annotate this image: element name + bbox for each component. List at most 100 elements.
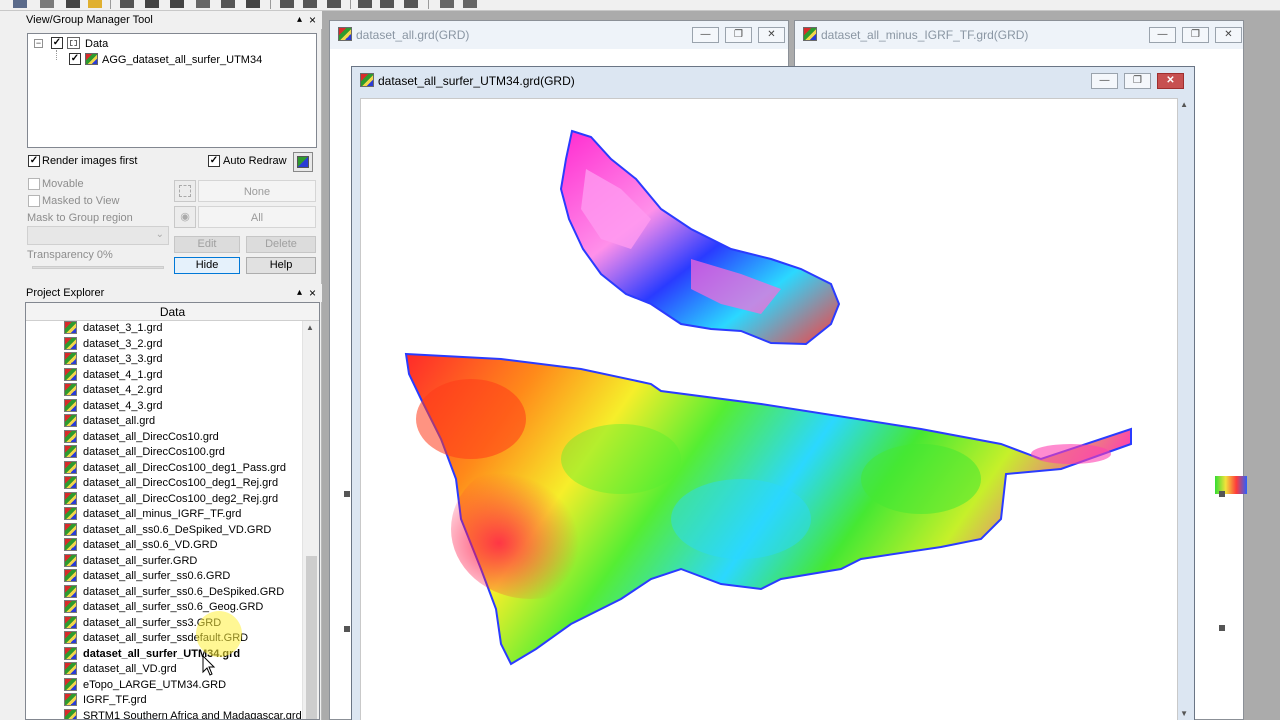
pin-icon[interactable]: ▴ [297, 11, 302, 29]
list-item[interactable]: dataset_3_2.grd [64, 336, 163, 353]
file-name: dataset_3_3.grd [83, 353, 163, 365]
selection-handle[interactable] [344, 626, 350, 632]
list-item[interactable]: dataset_all_surfer.GRD [64, 553, 198, 570]
select-group-icon [174, 180, 196, 202]
minimize-button[interactable]: — [692, 27, 719, 43]
list-item[interactable]: dataset_all_VD.grd [64, 662, 177, 678]
pin-icon[interactable]: ▴ [297, 284, 302, 302]
agg-layer-checkbox[interactable]: ✓ [69, 53, 81, 65]
restore-button[interactable]: ❐ [725, 27, 752, 43]
toolbar-undo-icon[interactable] [221, 0, 235, 8]
file-name: dataset_all_surfer_ss0.6.GRD [83, 570, 231, 582]
close-icon[interactable]: × [309, 284, 316, 302]
grid-layer-icon [85, 53, 98, 65]
help-button[interactable]: Help [246, 257, 316, 274]
list-item[interactable]: dataset_all_surfer_ss0.6_DeSpiked.GRD [64, 584, 284, 601]
toolbar-save-icon[interactable] [66, 0, 80, 8]
data-group-checkbox[interactable]: ✓ [51, 37, 63, 49]
list-item[interactable]: dataset_all_surfer_ss0.6_Geog.GRD [64, 600, 263, 616]
map-canvas[interactable] [360, 98, 1178, 720]
tree-child-label[interactable]: AGG_dataset_all_surfer_UTM34 [102, 52, 262, 68]
list-item[interactable]: dataset_all_ss0.6_DeSpiked_VD.GRD [64, 522, 271, 539]
scroll-up-icon[interactable]: ▲ [1180, 100, 1188, 109]
list-item[interactable]: dataset_4_2.grd [64, 383, 163, 399]
tree-collapse-icon[interactable]: − [34, 39, 43, 48]
toolbar-open-icon[interactable] [40, 0, 54, 8]
list-item[interactable]: dataset_3_1.grd [64, 321, 163, 337]
selection-handle[interactable] [1219, 625, 1225, 631]
toolbar-new-icon[interactable] [13, 0, 27, 8]
list-item[interactable]: dataset_4_1.grd [64, 367, 163, 384]
list-item[interactable]: dataset_all_minus_IGRF_TF.grd [64, 507, 241, 523]
list-item[interactable]: dataset_all.grd [64, 414, 155, 430]
list-item[interactable]: dataset_all_DirecCos100_deg2_Rej.grd [64, 491, 278, 508]
toolbar-separator [270, 0, 271, 9]
list-item[interactable]: dataset_all_DirecCos100.grd [64, 445, 225, 461]
toolbar-paste-icon[interactable] [196, 0, 210, 8]
selection-handle[interactable] [1219, 491, 1225, 497]
grid-file-icon [64, 336, 77, 350]
list-item[interactable]: dataset_all_DirecCos10.grd [64, 429, 219, 446]
grid-file-icon [64, 414, 77, 427]
toolbar-tile-icon[interactable] [404, 0, 418, 8]
restore-button[interactable]: ❐ [1124, 73, 1151, 89]
toolbar-align-icon[interactable] [280, 0, 294, 8]
file-name: dataset_all_surfer.GRD [83, 554, 198, 567]
all-field: All [198, 206, 316, 228]
file-name: dataset_all_surfer_ss0.6_Geog.GRD [83, 601, 264, 613]
toolbar-pointer-icon[interactable] [440, 0, 454, 8]
grid-file-icon [64, 677, 77, 691]
list-item[interactable]: dataset_all_surfer_ss0.6.GRD [64, 569, 230, 585]
grid-file-icon [64, 321, 77, 334]
close-button[interactable]: ✕ [1215, 27, 1242, 43]
window-title-bar[interactable]: dataset_all_minus_IGRF_TF.grd(GRD) — ❐ ✕ [795, 21, 1243, 49]
movable-label: Movable [42, 178, 84, 190]
main-toolbar [0, 0, 1280, 11]
window-title-bar[interactable]: dataset_all_surfer_UTM34.grd(GRD) — ❐ ✕ [352, 67, 1194, 95]
tree-root-label[interactable]: Data [85, 36, 108, 52]
toolbar-layout-icon[interactable] [358, 0, 372, 8]
toolbar-folder-icon[interactable] [88, 0, 102, 8]
data-column-header[interactable]: Data [26, 303, 319, 321]
scroll-down-icon[interactable]: ▼ [1180, 709, 1188, 718]
window-title-bar[interactable]: dataset_all.grd(GRD) — ❐ ✕ [330, 21, 788, 49]
render-images-first-checkbox[interactable]: ✓ [28, 155, 40, 167]
file-name: dataset_3_1.grd [83, 322, 163, 334]
toolbar-window-icon[interactable] [380, 0, 394, 8]
toolbar-align-right-icon[interactable] [327, 0, 341, 8]
auto-redraw-checkbox[interactable]: ✓ [208, 155, 220, 167]
close-icon[interactable]: × [309, 11, 316, 29]
toolbar-print-icon[interactable] [120, 0, 134, 8]
redraw-button[interactable] [293, 152, 313, 172]
list-item[interactable]: dataset_3_3.grd [64, 352, 163, 368]
list-item[interactable]: eTopo_LARGE_UTM34.GRD [64, 677, 226, 694]
close-button[interactable]: ✕ [758, 27, 785, 43]
toolbar-pointer-alt-icon[interactable] [463, 0, 477, 8]
selection-handle[interactable] [344, 491, 350, 497]
close-button[interactable]: ✕ [1157, 73, 1184, 89]
list-item[interactable]: dataset_all_ss0.6_VD.GRD [64, 538, 218, 554]
file-name: dataset_3_2.grd [83, 337, 163, 350]
toolbar-copy-icon[interactable] [170, 0, 184, 8]
delete-button: Delete [246, 236, 316, 253]
scroll-up-icon[interactable]: ▲ [306, 323, 314, 332]
list-item[interactable]: IGRF_TF.grd [64, 693, 147, 709]
grid-file-icon [64, 646, 77, 660]
window-dataset-all-surfer-utm34[interactable]: dataset_all_surfer_UTM34.grd(GRD) — ❐ ✕ [351, 66, 1195, 720]
project-scrollbar[interactable]: ▲ [302, 321, 319, 719]
mouse-pointer-icon [202, 655, 216, 676]
list-item[interactable]: dataset_4_3.grd [64, 398, 163, 415]
toolbar-align-center-icon[interactable] [303, 0, 317, 8]
toolbar-cut-icon[interactable] [145, 0, 159, 8]
auto-redraw-label: Auto Redraw [223, 155, 287, 167]
grid-window-icon [803, 27, 817, 41]
minimize-button[interactable]: — [1091, 73, 1118, 89]
toolbar-grid-icon[interactable] [246, 0, 260, 8]
restore-button[interactable]: ❐ [1182, 27, 1209, 43]
hide-button[interactable]: Hide [174, 257, 240, 274]
minimize-button[interactable]: — [1149, 27, 1176, 43]
scroll-thumb[interactable] [306, 556, 317, 719]
list-item[interactable]: SRTM1 Southern Africa and Madagascar.grd [64, 708, 302, 719]
list-item[interactable]: dataset_all_DirecCos100_deg1_Rej.grd [64, 476, 278, 492]
list-item[interactable]: dataset_all_DirecCos100_deg1_Pass.grd [64, 460, 286, 477]
